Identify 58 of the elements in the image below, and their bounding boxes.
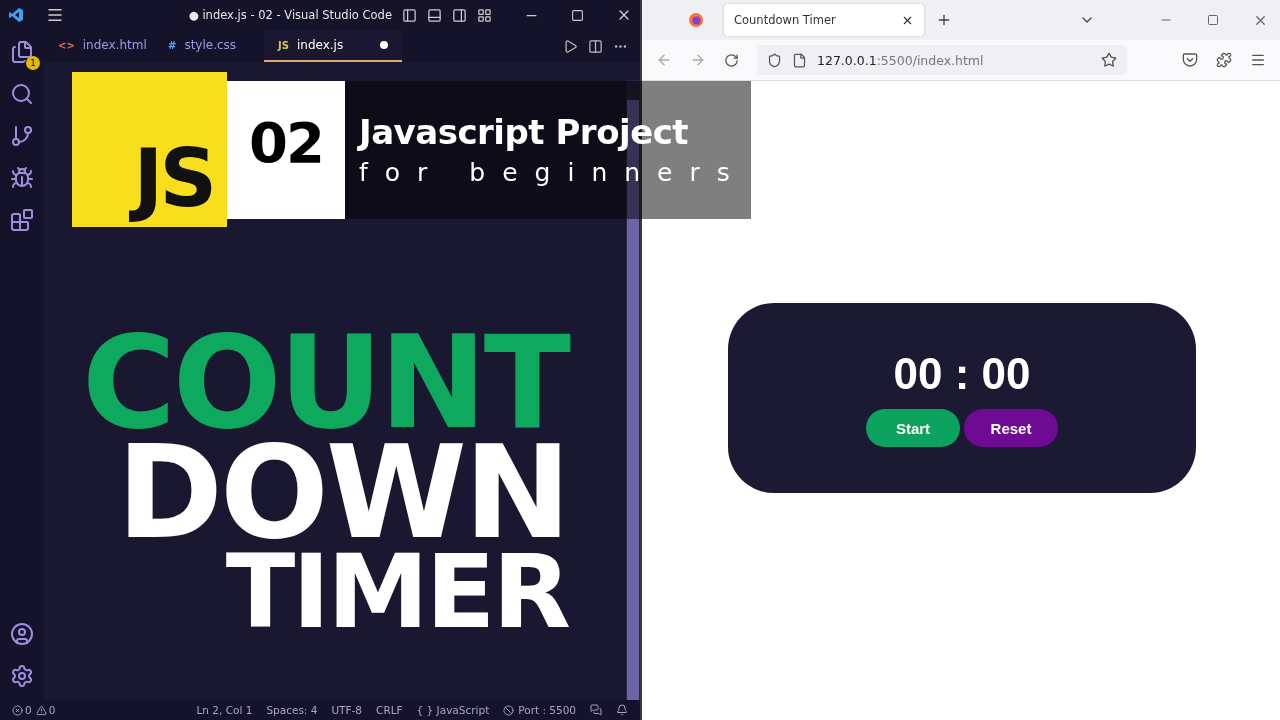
menu-icon[interactable]: [46, 6, 64, 24]
status-item[interactable]: UTF-8: [331, 704, 363, 716]
reload-icon[interactable]: [724, 52, 739, 68]
file-type-icon: #: [168, 39, 177, 51]
menu-icon[interactable]: [1250, 52, 1266, 68]
timer-display: 00 : 00: [893, 349, 1031, 399]
status-item[interactable]: Ln 2, Col 1: [196, 704, 253, 716]
banner-subtitle: for beginners: [359, 158, 748, 187]
address-bar[interactable]: 127.0.0.1:5500/index.html: [757, 45, 1127, 75]
search-icon[interactable]: [10, 82, 34, 106]
extensions-icon[interactable]: [1216, 52, 1232, 68]
editor-tab[interactable]: # style.css: [154, 30, 264, 62]
bookmark-star-icon[interactable]: [1101, 52, 1117, 68]
page-icon: [792, 52, 807, 68]
account-icon[interactable]: [10, 622, 34, 646]
status-item[interactable]: Spaces: 4: [266, 704, 318, 716]
new-tab-icon[interactable]: [936, 12, 952, 28]
url-text: 127.0.0.1:5500/index.html: [817, 52, 984, 68]
timer-button[interactable]: Reset: [964, 409, 1058, 447]
banner-title: Javascript Project: [359, 112, 690, 152]
error-count[interactable]: 0: [25, 704, 32, 716]
pocket-icon[interactable]: [1182, 52, 1198, 68]
vscode-logo-icon: [8, 7, 24, 23]
secondary-sidebar-icon[interactable]: [452, 7, 467, 23]
explorer-icon[interactable]: [10, 40, 34, 64]
editor-tab[interactable]: <> index.html: [44, 30, 154, 62]
status-item[interactable]: { } JavaScript: [416, 704, 490, 716]
bell-icon[interactable]: [616, 704, 628, 716]
run-icon[interactable]: [563, 38, 578, 54]
notification-badge: 1: [26, 56, 40, 70]
warning-icon[interactable]: [35, 704, 47, 716]
window-title: ● index.js - 02 - Visual Studio Code: [188, 8, 392, 22]
firefox-logo-icon: [688, 12, 704, 28]
warning-count[interactable]: 0: [48, 704, 56, 716]
bug-icon[interactable]: [10, 166, 34, 190]
port-icon[interactable]: [503, 704, 515, 716]
feedback-icon[interactable]: [590, 704, 602, 716]
status-item[interactable]: Port : 5500: [518, 704, 576, 716]
extensions-icon[interactable]: [10, 208, 34, 232]
file-type-icon: <>: [58, 39, 75, 51]
sidebar-toggle-icon[interactable]: [402, 7, 417, 23]
file-type-icon: JS: [278, 39, 289, 51]
settings-icon[interactable]: [10, 664, 34, 688]
headline-text: TIMER: [225, 548, 568, 636]
error-icon[interactable]: [12, 704, 23, 716]
panel-toggle-icon[interactable]: [427, 7, 442, 23]
editor-tab[interactable]: JS index.js: [264, 30, 402, 62]
layout-icon[interactable]: [477, 7, 492, 23]
headline-text: DOWN: [116, 438, 568, 549]
headline-text: COUNT: [81, 328, 568, 439]
episode-number: 02: [249, 114, 323, 171]
shield-icon[interactable]: [767, 52, 782, 68]
status-item[interactable]: CRLF: [376, 704, 403, 716]
browser-tab[interactable]: Countdown Timer: [724, 4, 924, 36]
tab-title: Countdown Timer: [734, 13, 836, 27]
split-editor-icon[interactable]: [588, 38, 603, 54]
branch-icon[interactable]: [10, 124, 34, 148]
maximize-icon[interactable]: [1207, 14, 1219, 26]
